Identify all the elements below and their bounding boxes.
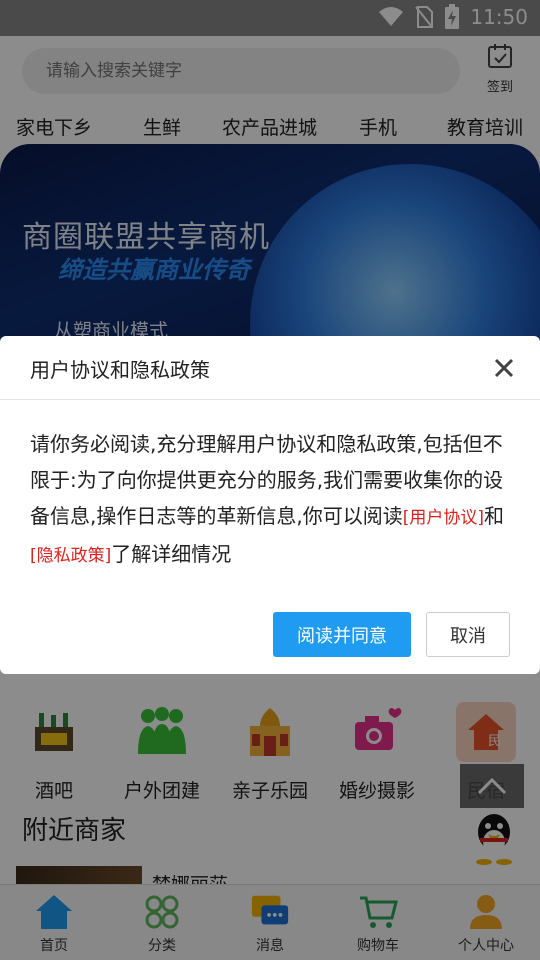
dialog-body: 请你务必阅读,充分理解用户协议和隐私政策,包括但不限于:为了向你提供更充分的服务… xyxy=(30,426,510,574)
dialog-body-suffix: 了解详细情况 xyxy=(111,542,232,566)
close-icon[interactable] xyxy=(490,354,518,382)
user-agreement-link[interactable]: [用户协议] xyxy=(403,508,484,528)
privacy-policy-link[interactable]: [隐私政策] xyxy=(30,546,111,566)
dialog-title: 用户协议和隐私政策 xyxy=(30,358,210,382)
cancel-button[interactable]: 取消 xyxy=(426,612,510,657)
dialog-header: 用户协议和隐私政策 xyxy=(0,336,540,400)
privacy-dialog: 用户协议和隐私政策 请你务必阅读,充分理解用户协议和隐私政策,包括但不限于:为了… xyxy=(0,336,540,674)
dialog-conjunction: 和 xyxy=(483,504,504,528)
agree-button[interactable]: 阅读并同意 xyxy=(273,612,411,657)
